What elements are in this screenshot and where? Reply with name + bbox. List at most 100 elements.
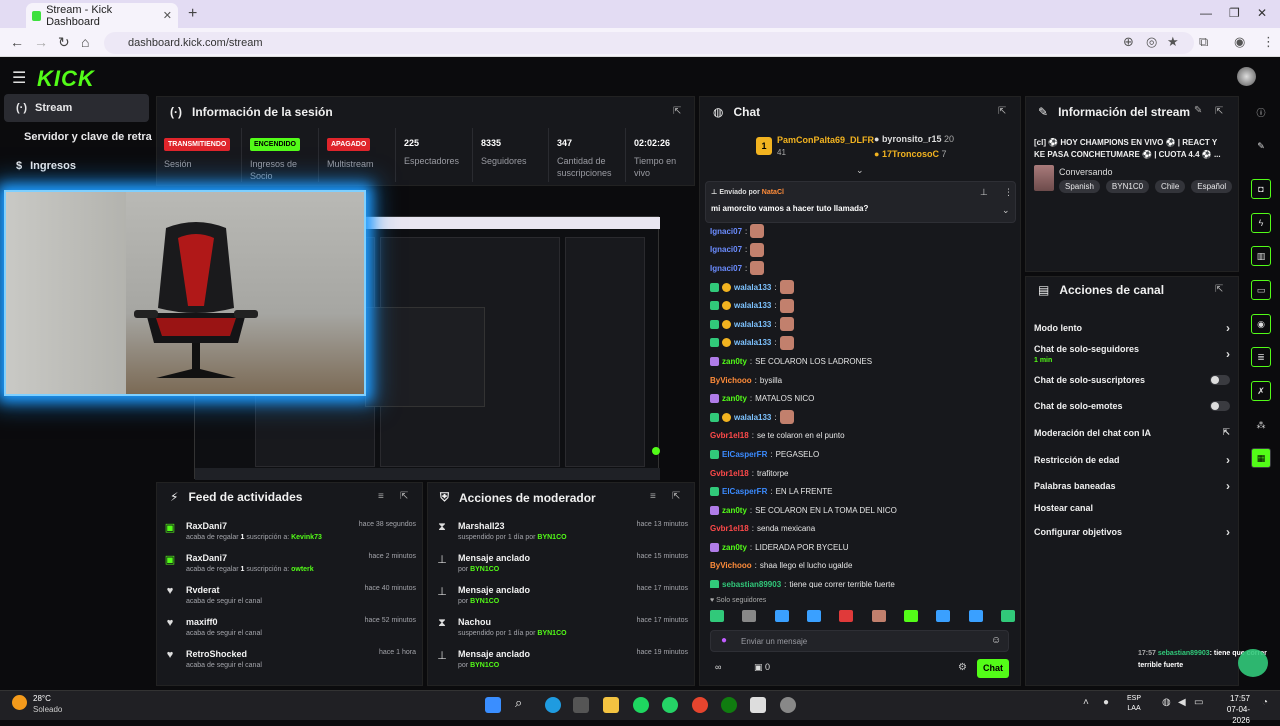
emote-icon[interactable]	[871, 610, 886, 622]
chat-username[interactable]: ElCasperFR	[722, 487, 767, 496]
action-age-restriction[interactable]: Restricción de edad ›	[1034, 453, 1230, 467]
expand-icon[interactable]: ⇱	[1215, 284, 1223, 295]
emote-icon[interactable]	[710, 610, 724, 622]
emote-icon[interactable]	[903, 610, 918, 622]
mic-icon[interactable]: ●	[1103, 697, 1109, 708]
new-tab-button[interactable]: +	[188, 5, 197, 23]
search-icon[interactable]: ⌕	[515, 695, 522, 711]
lightning-icon[interactable]: ϟ	[1251, 213, 1271, 233]
kick-logo[interactable]: KICK	[37, 66, 95, 92]
chat-username[interactable]: zan0ty	[722, 394, 747, 403]
action-configure-goals[interactable]: Configurar objetivos ›	[1034, 525, 1230, 539]
emote-icon[interactable]	[936, 610, 951, 622]
action-followers-only[interactable]: Chat de solo-seguidores 1 min ›	[1034, 344, 1230, 364]
xbox-icon[interactable]	[721, 697, 737, 713]
tag[interactable]: BYN1C0	[1105, 180, 1150, 193]
chat-input[interactable]: ● Enviar un mensaje ☺	[710, 630, 1009, 652]
top-gifter-1[interactable]: PamConPalta69_DLFR	[777, 135, 874, 145]
send-chat-button[interactable]: Chat	[977, 659, 1009, 678]
chat-username[interactable]: ElCasperFR	[722, 450, 767, 459]
close-window-icon[interactable]: ✕	[1257, 6, 1267, 20]
expand-icon[interactable]: ⇱	[1215, 106, 1223, 117]
expand-icon[interactable]: ⇱	[672, 491, 680, 502]
chat-username[interactable]: walala133	[734, 283, 771, 292]
chevron-down-icon[interactable]: ⌄	[1002, 205, 1010, 216]
camera-icon[interactable]: ◘	[1251, 179, 1271, 199]
edge-icon[interactable]	[545, 697, 561, 713]
sidebar-item-income[interactable]: $ Ingresos	[16, 160, 76, 172]
chat-username[interactable]: Gvbr1el18	[710, 431, 749, 440]
battery-icon[interactable]: ▭	[1194, 697, 1203, 708]
toggle-switch[interactable]	[1210, 401, 1230, 411]
action-subscribers-only[interactable]: Chat de solo-suscriptores	[1034, 375, 1230, 385]
edit-icon[interactable]: ✎	[1194, 105, 1202, 116]
reload-icon[interactable]: ↻	[58, 34, 70, 51]
chat-username[interactable]: Gvbr1el18	[710, 524, 749, 533]
start-icon[interactable]	[485, 697, 501, 713]
chat-icon[interactable]: ▭	[1251, 280, 1271, 300]
home-icon[interactable]: ⌂	[81, 34, 89, 50]
emote-icon[interactable]	[968, 610, 983, 622]
info-icon[interactable]: ⓘ	[1251, 102, 1271, 122]
extensions-icon[interactable]: ⧉	[1199, 34, 1208, 50]
store-icon[interactable]	[573, 697, 589, 713]
tag[interactable]: Español	[1191, 180, 1233, 193]
chat-username[interactable]: walala133	[734, 301, 771, 310]
browser-tab[interactable]: Stream - Kick Dashboard ✕	[26, 3, 178, 28]
network-icon[interactable]: ◍	[1162, 697, 1171, 708]
eye-off-icon[interactable]: ◎	[1146, 34, 1157, 50]
broadcast-icon[interactable]: ◉	[1251, 314, 1271, 334]
emote-icon[interactable]	[774, 610, 789, 622]
notification-icon[interactable]: ◔	[1262, 697, 1268, 708]
chat-username[interactable]: Ignaci07	[710, 227, 742, 236]
more-options-icon[interactable]: ⋮	[1004, 187, 1013, 198]
chat-username[interactable]: ByVichooo	[710, 561, 752, 570]
chrome-icon[interactable]	[692, 697, 708, 713]
emote-icon[interactable]	[806, 610, 821, 622]
volume-icon[interactable]: ◀	[1178, 697, 1186, 708]
action-ai-moderation[interactable]: Moderación del chat con IA ⇱	[1034, 427, 1230, 438]
chat-username[interactable]: walala133	[734, 338, 771, 347]
clock[interactable]: 17:57 07-04-2026	[1210, 693, 1250, 726]
settings-gear-icon[interactable]: ⚙	[958, 662, 967, 673]
action-host-channel[interactable]: Hostear canal	[1034, 503, 1230, 513]
spotify-icon[interactable]	[633, 697, 649, 713]
filter-icon[interactable]: ≡	[650, 491, 656, 502]
unpin-icon[interactable]: ⊥	[980, 187, 988, 198]
emote-icon[interactable]	[1000, 610, 1015, 622]
url-field[interactable]: dashboard.kick.com/stream	[104, 32, 1194, 54]
folder-icon[interactable]	[603, 697, 619, 713]
zoom-icon[interactable]: ⊕	[1123, 34, 1134, 50]
obs-icon[interactable]	[780, 697, 796, 713]
language-indicator[interactable]: ESP LAA	[1127, 694, 1141, 714]
tray-chevron-icon[interactable]: ˄	[1083, 697, 1089, 708]
action-emotes-only[interactable]: Chat de solo-emotes	[1034, 401, 1230, 411]
expand-icon[interactable]: ⇱	[673, 106, 681, 117]
chat-username[interactable]: Ignaci07	[710, 264, 742, 273]
top-gifter-2[interactable]: ● byronsito_r15 20	[874, 134, 954, 144]
chat-username[interactable]: ByVichooo	[710, 376, 752, 385]
action-slow-mode[interactable]: Modo lento ›	[1034, 321, 1230, 335]
add-widget-icon[interactable]: ▦	[1251, 448, 1271, 468]
gift-icon[interactable]: ▣ 0	[754, 662, 770, 673]
forward-icon[interactable]: →	[34, 34, 48, 50]
toggle-switch[interactable]	[1210, 375, 1230, 385]
tag[interactable]: Spanish	[1059, 180, 1100, 193]
emoji-icon[interactable]: ☺	[991, 635, 1001, 646]
chat-username[interactable]: walala133	[734, 413, 771, 422]
chat-username[interactable]: zan0ty	[722, 506, 747, 515]
chat-username[interactable]: zan0ty	[722, 543, 747, 552]
top-gifter-3[interactable]: ● 17TroncosoC 7	[874, 149, 946, 159]
tag[interactable]: Chile	[1155, 180, 1186, 193]
clipboard-icon[interactable]: ▥	[1251, 246, 1271, 266]
profile-icon[interactable]: ◉	[1234, 34, 1245, 50]
chevron-down-icon[interactable]: ⌄	[856, 165, 864, 176]
menu-kebab-icon[interactable]: ⋮	[1262, 34, 1275, 50]
chat-username[interactable]: sebastian89903	[722, 580, 781, 588]
back-icon[interactable]: ←	[10, 34, 24, 50]
pinned-message[interactable]: ⊥ Enviado por NataCl mi amorcito vamos a…	[705, 181, 1016, 223]
help-bubble-icon[interactable]	[1238, 649, 1268, 677]
emote-icon[interactable]	[839, 610, 854, 622]
close-tab-icon[interactable]: ✕	[163, 9, 172, 22]
expand-icon[interactable]: ⇱	[998, 106, 1006, 117]
